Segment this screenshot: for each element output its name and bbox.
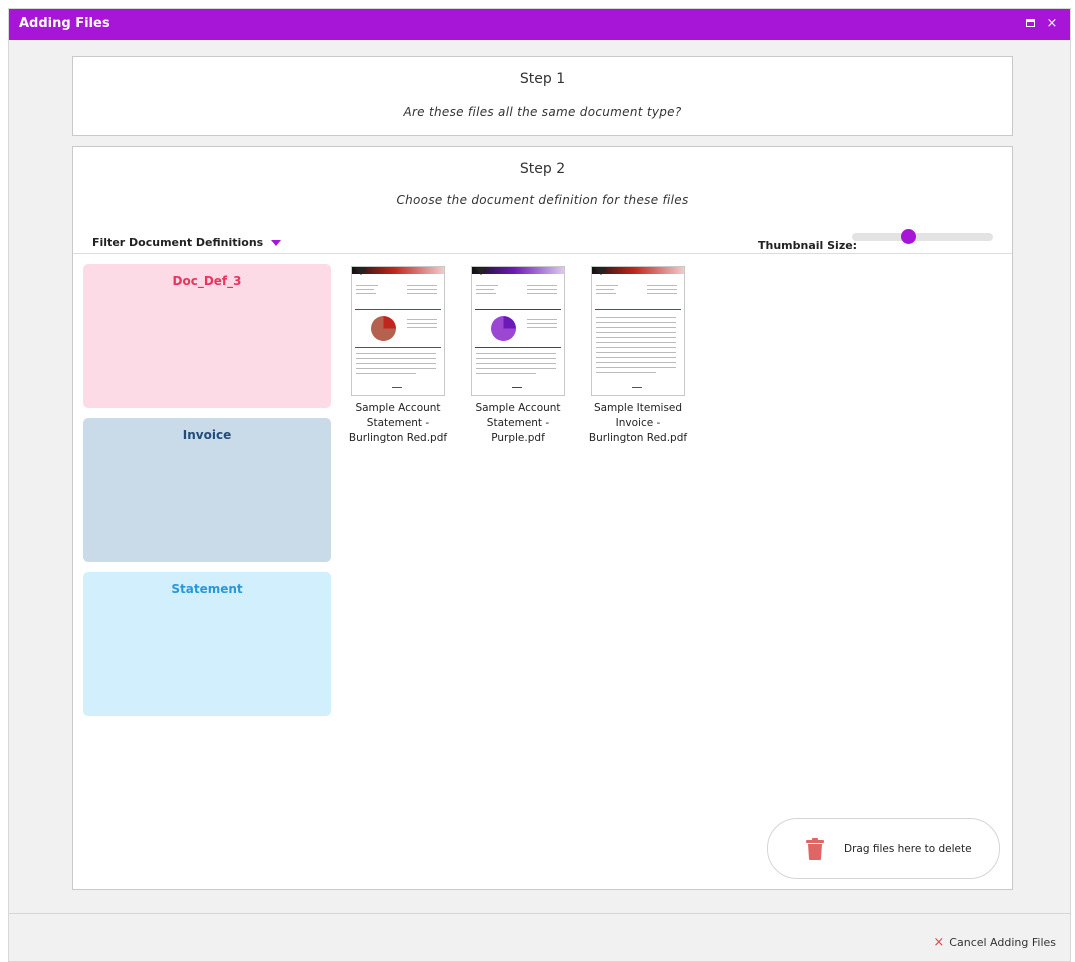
logo-icon <box>475 268 487 275</box>
definition-card-statement[interactable]: Statement <box>83 572 331 716</box>
toolbar-divider <box>73 253 1012 254</box>
title-bar: Adding Files × <box>9 9 1070 40</box>
step2-title: Step 2 <box>519 161 566 177</box>
step1-title: Step 1 <box>519 71 566 87</box>
file-name: Sample Itemised Invoice - Burlington Red… <box>588 402 688 444</box>
delete-zone-label: Drag files here to delete <box>844 843 972 855</box>
thumbnail-size-slider[interactable] <box>852 229 993 244</box>
cancel-label: Cancel Adding Files <box>949 936 1056 949</box>
adding-files-window: Adding Files × Step 1 Are these files al… <box>8 8 1071 962</box>
close-button[interactable]: × <box>1044 16 1060 32</box>
logo-icon <box>355 268 367 275</box>
cancel-adding-files-button[interactable]: × Cancel Adding Files <box>933 935 1056 950</box>
invoice-red-thumbnail <box>591 266 685 396</box>
filter-document-definitions-dropdown[interactable]: Filter Document Definitions <box>92 236 282 249</box>
statement-purple-thumbnail <box>471 266 565 396</box>
maximize-button[interactable] <box>1022 16 1038 32</box>
definition-card-doc-def-3[interactable]: Doc_Def_3 <box>83 264 331 408</box>
statement-red-thumbnail <box>351 266 445 396</box>
file-name: Sample Account Statement - Burlington Re… <box>348 402 448 444</box>
filter-label: Filter Document Definitions <box>92 236 264 249</box>
definition-label: Doc_Def_3 <box>172 274 242 288</box>
step1-panel: Step 1 Are these files all the same docu… <box>72 56 1013 136</box>
file-name: Sample Account Statement - Purple.pdf <box>475 402 561 444</box>
file-item[interactable]: Sample Account Statement - Burlington Re… <box>343 266 453 446</box>
file-item[interactable]: Sample Itemised Invoice - Burlington Red… <box>583 266 693 446</box>
step2-instruction: Choose the document definition for these… <box>396 193 689 207</box>
pie-chart-icon <box>371 316 396 341</box>
slider-handle[interactable] <box>901 229 917 244</box>
caret-down-icon <box>271 239 282 246</box>
delete-drop-zone[interactable]: Drag files here to delete <box>767 818 1000 879</box>
trash-icon <box>806 838 824 860</box>
logo-icon <box>595 268 607 275</box>
thumbnail-size-label: Thumbnail Size: <box>758 239 858 252</box>
step2-panel: Step 2 Choose the document definition fo… <box>72 146 1013 890</box>
pie-chart-icon <box>491 316 516 341</box>
maximize-icon <box>1025 19 1035 27</box>
definition-card-invoice[interactable]: Invoice <box>83 418 331 562</box>
close-icon: × <box>933 935 945 950</box>
step1-question: Are these files all the same document ty… <box>403 105 682 119</box>
definition-label: Statement <box>171 582 243 596</box>
file-item[interactable]: Sample Account Statement - Purple.pdf <box>463 266 573 446</box>
window-title: Adding Files <box>19 16 110 31</box>
definition-label: Invoice <box>182 428 232 442</box>
footer-divider <box>9 913 1070 914</box>
